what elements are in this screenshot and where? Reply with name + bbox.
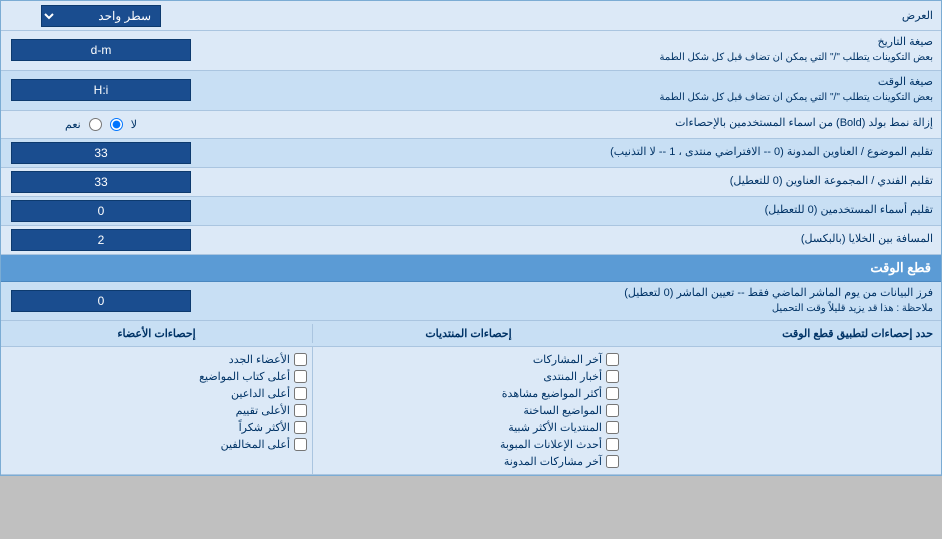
time-format-input-cell [1, 76, 201, 104]
cutoff-input-cell [1, 287, 201, 315]
checkbox-col1-header: إحصاءات المنتديات [312, 324, 624, 343]
checkbox-أخبار-المنتدى[interactable] [606, 370, 619, 383]
list-item: أعلى كتاب المواضيع [6, 368, 307, 385]
checkbox-آخر-مشاركات-المدونة[interactable] [606, 455, 619, 468]
header-row: العرض سطر واحد سطران ثلاثة أسطر [1, 1, 941, 31]
bold-remove-radio-cell: لا نعم [1, 115, 201, 134]
list-item: أحدث الإعلانات المبوبة [318, 436, 619, 453]
cell-spacing-input[interactable] [11, 229, 191, 251]
list-item: آخر مشاركات المدونة [318, 453, 619, 470]
list-item: المواضيع الساخنة [318, 402, 619, 419]
list-item: الأكثر شكراً [6, 419, 307, 436]
forum-title-trim-row: تقليم الفندي / المجموعة العناوين (0 للتع… [1, 168, 941, 197]
subject-trim-row: تقليم الموضوع / العناوين المدونة (0 -- ا… [1, 139, 941, 168]
checkbox-col2: الأعضاء الجدد أعلى كتاب المواضيع أعلى ال… [1, 347, 312, 474]
checkbox-المواضيع-الساخنة[interactable] [606, 404, 619, 417]
list-item: المنتديات الأكثر شبية [318, 419, 619, 436]
bold-remove-label: إزالة نمط بولد (Bold) من اسماء المستخدمي… [201, 112, 941, 135]
date-format-label: صيغة التاريخ بعض التكوينات يتطلب "/" الت… [201, 31, 941, 70]
checkbox-rows: آخر المشاركات أخبار المنتدى أكثر المواضي… [1, 347, 941, 474]
select-cell: سطر واحد سطران ثلاثة أسطر [1, 2, 201, 30]
list-item: أكثر المواضيع مشاهدة [318, 385, 619, 402]
username-trim-input[interactable] [11, 200, 191, 222]
header-label: العرض [201, 5, 941, 26]
checkbox-section: حدد إحصاءات لتطبيق قطع الوقت إحصاءات الم… [1, 321, 941, 475]
list-item: أعلى المخالفين [6, 436, 307, 453]
subject-trim-label: تقليم الموضوع / العناوين المدونة (0 -- ا… [201, 141, 941, 164]
time-format-row: صيغة الوقت بعض التكوينات يتطلب "/" التي … [1, 71, 941, 111]
date-format-input[interactable] [11, 39, 191, 61]
list-item: أخبار المنتدى [318, 368, 619, 385]
cell-spacing-input-cell [1, 226, 201, 254]
list-item: آخر المشاركات [318, 351, 619, 368]
cell-spacing-row: المسافة بين الخلايا (بالبكسل) [1, 226, 941, 255]
checkbox-الأعضاء-الجدد[interactable] [294, 353, 307, 366]
checkbox-أعلى-الداعين[interactable] [294, 387, 307, 400]
time-format-input[interactable] [11, 79, 191, 101]
forum-title-trim-input-cell [1, 168, 201, 196]
subject-trim-input[interactable] [11, 142, 191, 164]
display-select[interactable]: سطر واحد سطران ثلاثة أسطر [41, 5, 161, 27]
checkbox-col1: آخر المشاركات أخبار المنتدى أكثر المواضي… [312, 347, 624, 474]
username-trim-input-cell [1, 197, 201, 225]
bold-remove-row: إزالة نمط بولد (Bold) من اسماء المستخدمي… [1, 111, 941, 139]
forum-title-trim-input[interactable] [11, 171, 191, 193]
checkbox-أحدث-الإعلانات[interactable] [606, 438, 619, 451]
cutoff-row: فرز البيانات من يوم الماشر الماضي فقط --… [1, 282, 941, 322]
cell-spacing-label: المسافة بين الخلايا (بالبكسل) [201, 228, 941, 251]
checkbox-آخر-المشاركات[interactable] [606, 353, 619, 366]
checkbox-header-right: حدد إحصاءات لتطبيق قطع الوقت [624, 324, 941, 343]
checkbox-أعلى-المخالفين[interactable] [294, 438, 307, 451]
subject-trim-input-cell [1, 139, 201, 167]
checkbox-col2-header: إحصاءات الأعضاء [1, 324, 312, 343]
checkbox-أكثر-المواضيع[interactable] [606, 387, 619, 400]
forum-title-trim-label: تقليم الفندي / المجموعة العناوين (0 للتع… [201, 170, 941, 193]
checkbox-الأعلى-تقييم[interactable] [294, 404, 307, 417]
username-trim-label: تقليم أسماء المستخدمين (0 للتعطيل) [201, 199, 941, 222]
checkbox-right-col [624, 347, 941, 474]
date-format-row: صيغة التاريخ بعض التكوينات يتطلب "/" الت… [1, 31, 941, 71]
checkbox-الأكثر-شكرا[interactable] [294, 421, 307, 434]
username-trim-row: تقليم أسماء المستخدمين (0 للتعطيل) [1, 197, 941, 226]
cutoff-section-header: قطع الوقت [1, 255, 941, 282]
checkbox-المنتديات-الأكثر[interactable] [606, 421, 619, 434]
cutoff-label: فرز البيانات من يوم الماشر الماضي فقط --… [201, 282, 941, 321]
bold-remove-no[interactable] [110, 118, 123, 131]
list-item: الأعضاء الجدد [6, 351, 307, 368]
list-item: أعلى الداعين [6, 385, 307, 402]
checkbox-header-row: حدد إحصاءات لتطبيق قطع الوقت إحصاءات الم… [1, 321, 941, 347]
list-item: الأعلى تقييم [6, 402, 307, 419]
checkbox-أعلى-كتاب[interactable] [294, 370, 307, 383]
time-format-label: صيغة الوقت بعض التكوينات يتطلب "/" التي … [201, 71, 941, 110]
main-container: العرض سطر واحد سطران ثلاثة أسطر صيغة الت… [0, 0, 942, 476]
date-format-input-cell [1, 36, 201, 64]
bold-remove-yes[interactable] [89, 118, 102, 131]
cutoff-input[interactable] [11, 290, 191, 312]
